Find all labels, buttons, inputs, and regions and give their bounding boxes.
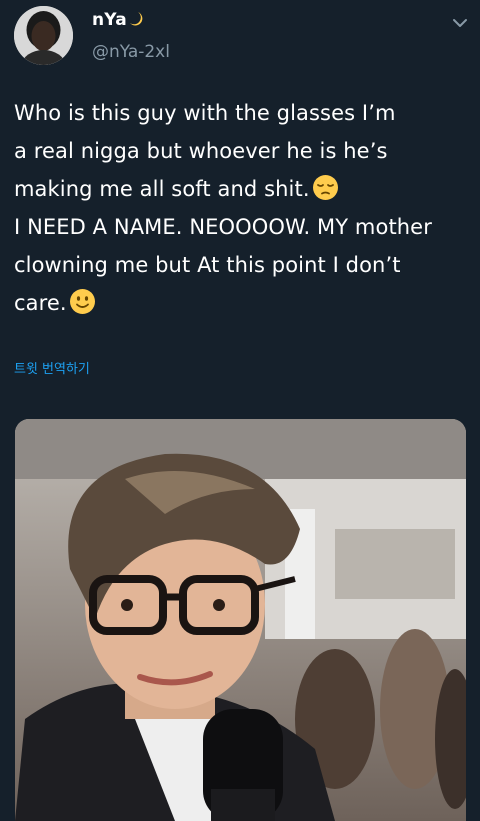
display-name-text: nYa	[92, 10, 127, 30]
tweet-text-segment: care.	[14, 291, 67, 315]
tweet-text-line: care.	[14, 284, 470, 322]
user-handle[interactable]: @nYa-2xl	[92, 42, 170, 62]
translate-tweet-link[interactable]: 트윗 번역하기	[14, 358, 90, 377]
display-name[interactable]: nYa	[92, 10, 143, 30]
tweet-text-line: making me all soft and shit.	[14, 170, 470, 208]
tweet-card: nYa @nYa-2xl Who is this guy with the gl…	[0, 0, 480, 821]
avatar[interactable]	[14, 6, 73, 65]
slightly-smiling-face-icon	[69, 288, 96, 315]
pensive-face-icon	[312, 174, 339, 201]
tweet-text-line: a real nigga but whoever he is he’s	[14, 139, 388, 163]
tweet-text-line: clowning me but At this point I don’t	[14, 253, 401, 277]
tweet-media[interactable]	[15, 419, 466, 821]
tweet-text: Who is this guy with the glasses I’m a r…	[14, 94, 470, 322]
tweet-text-segment: making me all soft and shit.	[14, 177, 310, 201]
chevron-down-icon[interactable]	[452, 14, 468, 27]
tweet-text-line: I NEED A NAME. NEOOOOW. MY mother	[14, 215, 432, 239]
tweet-text-line: Who is this guy with the glasses I’m	[14, 101, 396, 125]
crescent-moon-icon	[129, 11, 143, 27]
video-still-image	[15, 419, 466, 821]
